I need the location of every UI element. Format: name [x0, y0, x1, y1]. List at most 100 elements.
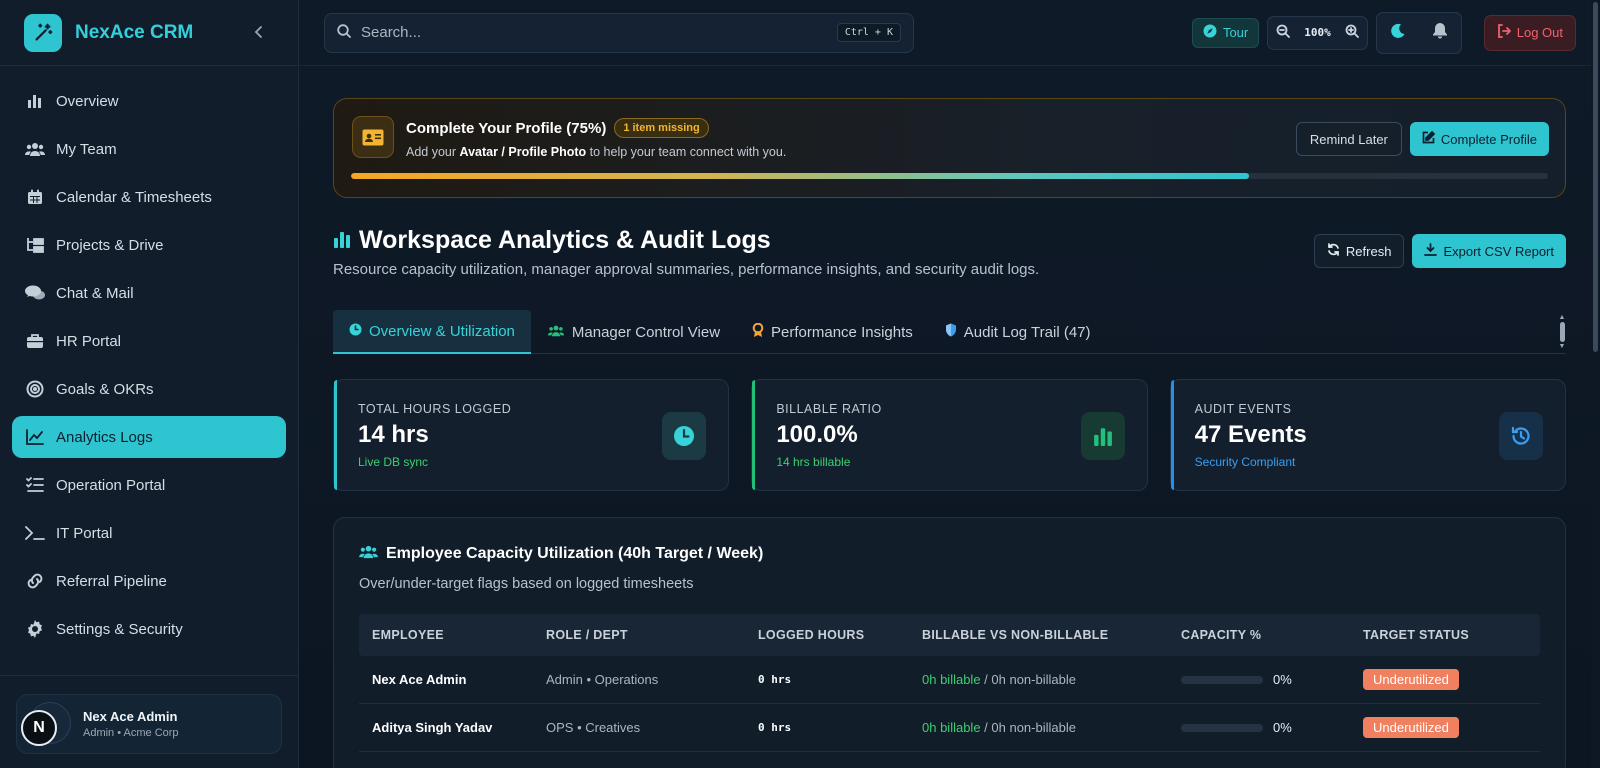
analytics-tabs: Overview & Utilization Manager Control V…: [333, 310, 1566, 354]
billable-split: 0h billable / 0h non-billable: [922, 720, 1181, 735]
profile-banner-text: Complete Your Profile (75%) 1 item missi…: [406, 118, 786, 159]
bar-chart-icon: [333, 226, 351, 255]
tab-audit-log-trail[interactable]: Audit Log Trail (47): [929, 310, 1107, 354]
sidebar-item-label: Operation Portal: [56, 476, 166, 494]
sidebar: NexAce CRM Overview My Team Calendar & T…: [0, 0, 299, 768]
export-csv-button[interactable]: Export CSV Report: [1412, 234, 1566, 268]
brand-header: NexAce CRM: [0, 0, 298, 66]
tab-overview-utilization[interactable]: Overview & Utilization: [333, 310, 531, 354]
logout-button[interactable]: Log Out: [1483, 14, 1576, 51]
users-icon: [359, 544, 378, 564]
stat-card-billable-ratio: BILLABLE RATIO 100.0% 14 hrs billable: [751, 379, 1148, 491]
sidebar-divider: [0, 675, 298, 676]
search-icon: [337, 24, 351, 41]
capacity-utilization-card: Employee Capacity Utilization (40h Targe…: [333, 517, 1566, 768]
tab-scroll-thumb[interactable]: [1559, 322, 1565, 342]
sidebar-item-my-team[interactable]: My Team: [12, 128, 286, 170]
column-header: TARGET STATUS: [1363, 628, 1469, 642]
refresh-label: Refresh: [1345, 243, 1392, 259]
utilization-table: EMPLOYEE ROLE / DEPT LOGGED HOURS BILLAB…: [359, 614, 1540, 752]
stat-card-total-hours: TOTAL HOURS LOGGED 14 hrs Live DB sync: [333, 379, 730, 491]
profile-completion-banner: Complete Your Profile (75%) 1 item missi…: [333, 98, 1566, 198]
sidebar-item-analytics[interactable]: Analytics Logs: [12, 416, 286, 458]
tab-performance-insights[interactable]: Performance Insights: [736, 310, 929, 354]
sidebar-item-label: Projects & Drive: [56, 236, 164, 254]
compass-icon: [1203, 24, 1217, 41]
sidebar-nav: Overview My Team Calendar & Timesheets P…: [0, 66, 298, 650]
export-label: Export CSV Report: [1443, 243, 1554, 259]
tour-button[interactable]: Tour: [1191, 17, 1260, 48]
sidebar-item-label: Chat & Mail: [56, 284, 134, 302]
sidebar-item-it[interactable]: IT Portal: [12, 512, 286, 554]
table-row[interactable]: Nex Ace Admin Admin • Operations 0 hrs 0…: [359, 656, 1540, 704]
profile-progress-bar: [351, 173, 1548, 179]
sidebar-item-overview[interactable]: Overview: [12, 80, 286, 122]
search-input[interactable]: [361, 24, 837, 41]
page-scrollbar[interactable]: [1591, 0, 1600, 768]
remind-later-button[interactable]: Remind Later: [1295, 122, 1402, 156]
bell-icon[interactable]: [1432, 22, 1448, 43]
employee-role: OPS • Creatives: [546, 720, 641, 735]
sidebar-item-calendar[interactable]: Calendar & Timesheets: [12, 176, 286, 218]
logout-label: Log Out: [1516, 25, 1563, 40]
target-status: Underutilized: [1363, 717, 1540, 738]
user-name: Nex Ace Admin: [83, 709, 178, 724]
terminal-icon: [24, 522, 46, 544]
folder-tree-icon: [24, 234, 46, 256]
complete-profile-button[interactable]: Complete Profile: [1409, 122, 1549, 156]
search-shortcut: Ctrl + K: [836, 23, 901, 42]
column-header: BILLABLE VS NON-BILLABLE: [922, 628, 1109, 642]
search-box[interactable]: Ctrl + K: [324, 12, 914, 53]
sidebar-item-hr[interactable]: HR Portal: [12, 320, 286, 362]
sidebar-item-label: Overview: [56, 92, 119, 110]
sidebar-item-settings[interactable]: Settings & Security: [12, 608, 286, 650]
topbar: Ctrl + K Tour 100% Log Out: [299, 0, 1600, 66]
avatar: N: [21, 702, 73, 746]
table-row[interactable]: Aditya Singh Yadav OPS • Creatives 0 hrs…: [359, 704, 1540, 752]
table-header: EMPLOYEE ROLE / DEPT LOGGED HOURS BILLAB…: [359, 614, 1540, 656]
sidebar-item-label: Goals & OKRs: [56, 380, 154, 398]
user-profile-card[interactable]: N Nex Ace Admin Admin • Acme Corp: [16, 694, 282, 754]
sidebar-item-operation[interactable]: Operation Portal: [12, 464, 286, 506]
zoom-control: 100%: [1267, 15, 1368, 50]
sidebar-item-label: My Team: [56, 140, 117, 158]
main-area: Ctrl + K Tour 100% Log Out: [299, 0, 1600, 768]
sidebar-item-projects[interactable]: Projects & Drive: [12, 224, 286, 266]
utilization-subtitle: Over/under-target flags based on logged …: [359, 576, 694, 592]
page-title: Workspace Analytics & Audit Logs: [359, 226, 771, 254]
status-badge: Underutilized: [1363, 669, 1459, 690]
refresh-button[interactable]: Refresh: [1313, 234, 1405, 268]
tab-label: Audit Log Trail (47): [963, 323, 1091, 341]
zoom-in-icon[interactable]: [1345, 24, 1359, 41]
moon-icon[interactable]: [1390, 23, 1406, 43]
tour-label: Tour: [1222, 25, 1249, 40]
list-check-icon: [24, 474, 46, 496]
chevron-left-icon[interactable]: [248, 21, 270, 43]
column-header: ROLE / DEPT: [546, 628, 628, 642]
capacity-percent: 0%: [1273, 720, 1292, 735]
zoom-out-icon[interactable]: [1276, 24, 1291, 41]
sidebar-item-goals[interactable]: Goals & OKRs: [12, 368, 286, 410]
missing-items-badge: 1 item missing: [614, 118, 709, 138]
billable-split: 0h billable / 0h non-billable: [922, 672, 1181, 687]
history-icon: [1498, 412, 1543, 460]
employee-role: Admin • Operations: [546, 672, 659, 687]
avatar-initial: N: [21, 710, 57, 746]
sidebar-item-chat[interactable]: Chat & Mail: [12, 272, 286, 314]
non-billable-hours: / 0h non-billable: [984, 720, 1076, 735]
profile-banner-actions: Remind Later Complete Profile: [1295, 122, 1549, 156]
user-info: Nex Ace Admin Admin • Acme Corp: [83, 709, 179, 739]
billable-hours: 0h billable: [922, 720, 981, 735]
sidebar-item-referral[interactable]: Referral Pipeline: [12, 560, 286, 602]
link-icon: [24, 570, 46, 592]
bar-chart-icon: [24, 90, 46, 112]
tab-manager-control[interactable]: Manager Control View: [531, 310, 736, 354]
header-icon-group: [1375, 11, 1462, 54]
edit-icon: [1422, 130, 1436, 147]
arrow-up-icon: ▲: [1558, 314, 1566, 321]
tab-scrollbar[interactable]: ▲ ▼: [1558, 314, 1566, 350]
magic-wand-icon: [24, 13, 62, 52]
page-scroll-thumb[interactable]: [1593, 2, 1598, 352]
capacity: 0%: [1181, 720, 1363, 735]
utilization-title: Employee Capacity Utilization (40h Targe…: [386, 545, 764, 562]
